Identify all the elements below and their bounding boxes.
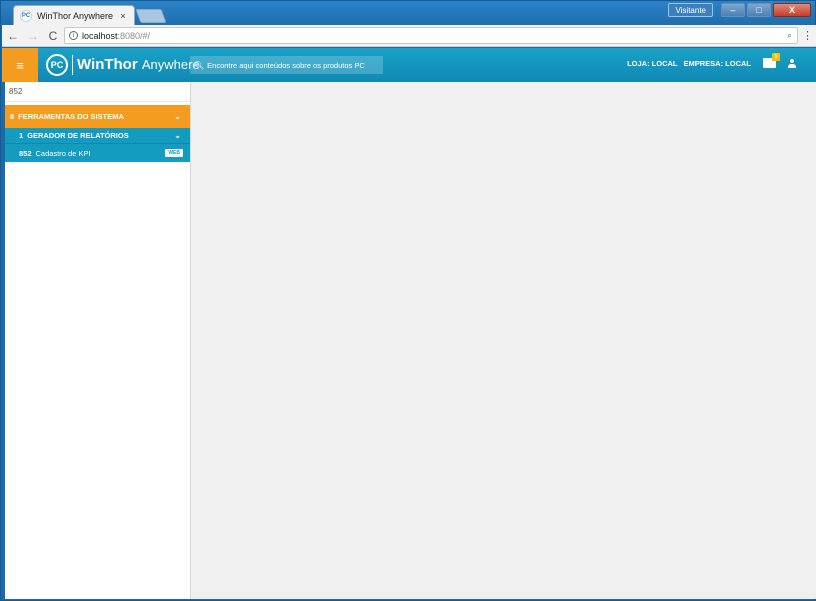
profile-button[interactable]: Visitante (668, 3, 713, 17)
reload-icon[interactable]: C (44, 27, 62, 45)
pc-logo: PC (46, 54, 68, 76)
main-content (191, 82, 816, 599)
back-arrow-icon[interactable]: ← (4, 27, 22, 45)
chevron-down-icon: ⌄ (174, 131, 181, 140)
browser-toolbar: ← → C i localhost :8080/#/ ⌕ ⋮ (2, 25, 816, 47)
header-status: LOJA: LOCAL EMPRESA: LOCAL 1 (627, 53, 796, 68)
favicon-icon: PC (20, 9, 32, 22)
new-tab-button[interactable] (135, 9, 167, 23)
brand-bold: WinThor (77, 56, 138, 73)
menu-subgroup-gerador[interactable]: 1 GERADOR DE RELATÓRIOS ⌄ (5, 128, 190, 144)
maximize-button[interactable]: □ (747, 3, 771, 17)
user-icon[interactable] (788, 58, 796, 68)
zoom-icon[interactable]: ⌕ (787, 30, 792, 41)
brand-title: WinThor Anywhere (77, 56, 200, 73)
group-code: 8 (10, 112, 15, 121)
item-label: Cadastro de KPI (35, 148, 91, 158)
tab-strip: PC WinThor Anywhere × Visitante – □ X (1, 1, 816, 25)
mail-icon[interactable]: 1 (763, 53, 780, 68)
group-label: FERRAMENTAS DO SISTEMA (18, 112, 124, 121)
menu-item-cadastro-kpi[interactable]: 852 Cadastro de KPI WEB (5, 144, 190, 162)
close-window-button[interactable]: X (773, 3, 811, 17)
browser-window: PC WinThor Anywhere × Visitante – □ X ← … (0, 0, 816, 601)
address-bar[interactable]: i localhost :8080/#/ ⌕ (64, 27, 798, 44)
browser-tab[interactable]: PC WinThor Anywhere × (13, 5, 135, 25)
web-badge: WEB (165, 149, 183, 157)
browser-menu-icon[interactable]: ⋮ (802, 29, 813, 42)
tab-title: WinThor Anywhere (37, 10, 114, 21)
search-placeholder: Encontre aqui conteúdos sobre os produto… (207, 60, 365, 70)
hamburger-menu-icon[interactable]: ≡ (2, 48, 38, 82)
subgroup-code: 1 (19, 131, 24, 140)
url-path: :8080/#/ (117, 30, 151, 41)
chevron-down-icon: ⌄ (174, 112, 181, 121)
search-input[interactable]: 🔍︎ Encontre aqui conteúdos sobre os prod… (190, 56, 383, 74)
info-icon[interactable]: i (69, 31, 78, 40)
routine-search-field[interactable]: 852 (5, 82, 190, 102)
sidebar: 852 8 FERRAMENTAS DO SISTEMA ⌄ 1 GERADOR… (5, 82, 191, 599)
url-host: localhost (82, 30, 118, 41)
app-header: ≡ PC WinThor Anywhere 🔍︎ Encontre aqui c… (2, 48, 816, 82)
window-controls: Visitante – □ X (668, 3, 811, 17)
subgroup-label: GERADOR DE RELATÓRIOS (27, 131, 129, 140)
minimize-button[interactable]: – (721, 3, 745, 17)
logo-divider (72, 55, 73, 75)
tab-close-icon[interactable]: × (118, 11, 128, 21)
company-label: EMPRESA: LOCAL (683, 58, 752, 68)
menu-group-ferramentas[interactable]: 8 FERRAMENTAS DO SISTEMA ⌄ (5, 105, 190, 128)
forward-arrow-icon[interactable]: → (24, 27, 42, 45)
search-icon: 🔍︎ (194, 60, 205, 70)
item-code: 852 (19, 148, 32, 158)
mail-badge: 1 (772, 53, 780, 61)
store-label: LOJA: LOCAL (627, 58, 678, 68)
